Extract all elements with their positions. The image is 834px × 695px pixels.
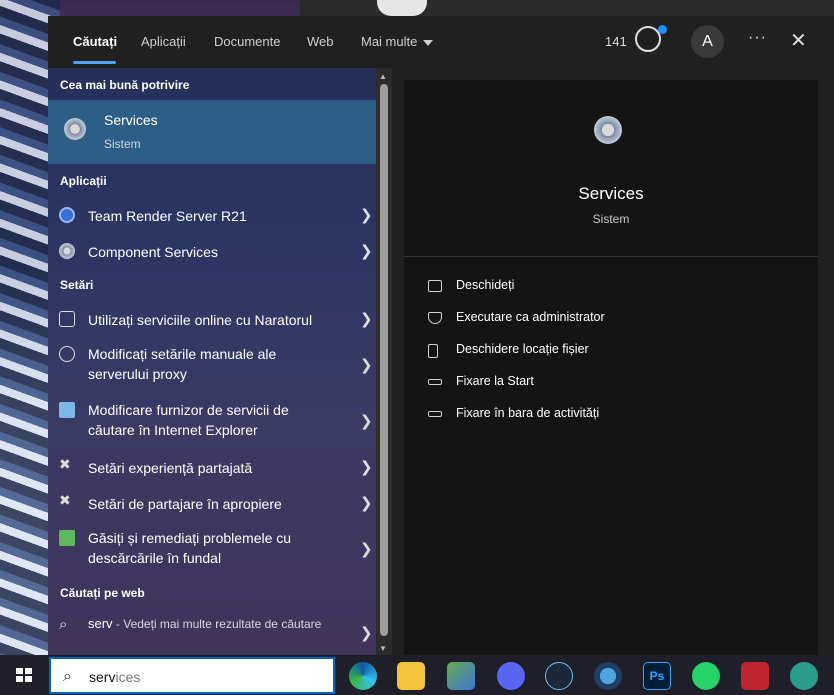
section-settings: Setări — [60, 278, 94, 292]
results-list: Cea mai bună potrivire Services Sistem A… — [48, 68, 376, 655]
list-item[interactable]: Găsiți și remediați problemele cu descăr… — [48, 528, 376, 572]
avatar[interactable]: A — [691, 25, 724, 58]
notification-dot — [658, 25, 667, 34]
web-query: serv — [88, 616, 113, 631]
chevron-right-icon: ❯ — [360, 243, 373, 260]
tab-more[interactable]: Mai multe — [361, 34, 434, 49]
scroll-down-icon[interactable]: ▼ — [379, 644, 387, 653]
rewards-points: 141 — [605, 34, 627, 49]
chevron-right-icon: ❯ — [360, 413, 373, 430]
search-panel: Căutați Aplicații Documente Web Mai mult… — [48, 16, 834, 655]
web-suffix: - Vedeți mai multe rezultate de căutare — [112, 617, 322, 631]
setting-label: Găsiți și remediați problemele cu descăr… — [88, 530, 292, 566]
app2-icon[interactable] — [790, 662, 818, 690]
chevron-right-icon: ❯ — [360, 541, 373, 558]
chevron-down-icon — [423, 39, 434, 46]
chevron-right-icon: ❯ — [360, 207, 373, 224]
action-label: Deschideți — [456, 278, 515, 292]
close-icon[interactable]: ✕ — [790, 28, 807, 53]
list-item[interactable]: Modificați setările manuale ale serverul… — [48, 344, 376, 388]
component-services-icon — [59, 243, 75, 259]
active-tab-indicator — [73, 61, 116, 64]
search-typed: serv — [89, 669, 116, 685]
chevron-right-icon: ❯ — [360, 459, 373, 476]
cinema4d-icon — [59, 207, 75, 223]
section-web: Căutați pe web — [60, 586, 145, 600]
action-label: Deschidere locație fișier — [456, 342, 589, 356]
taskbar-search-input[interactable]: ⌕ services — [49, 657, 335, 694]
setting-label: Utilizați serviciile online cu Naratorul — [88, 312, 313, 328]
edge-icon[interactable] — [349, 662, 377, 690]
chevron-right-icon: ❯ — [360, 625, 373, 642]
narrator-icon — [59, 311, 75, 327]
action-label: Fixare la Start — [456, 374, 534, 388]
best-match-result[interactable]: Services Sistem — [48, 100, 376, 164]
ie-icon — [59, 402, 75, 418]
preview-pane: Services Sistem — [404, 80, 818, 655]
list-item[interactable]: ✖ Setări de partajare în apropiere ❯ — [48, 492, 376, 516]
web-search-result[interactable]: ⌕ serv - Vedeți mai multe rezultate de c… — [48, 614, 376, 654]
chevron-right-icon: ❯ — [360, 357, 373, 374]
list-item[interactable]: Modificare furnizor de servicii de căuta… — [48, 400, 376, 444]
setting-label: Modificați setările manuale ale serverul… — [88, 346, 277, 382]
tab-search[interactable]: Căutați — [73, 34, 117, 49]
list-item[interactable]: Utilizați serviciile online cu Naratorul… — [48, 308, 376, 332]
windows-start-icon[interactable] — [16, 668, 33, 683]
preview-divider — [404, 256, 818, 257]
tab-web[interactable]: Web — [307, 34, 334, 49]
list-item[interactable]: ✖ Setări experiență partajată ❯ — [48, 456, 376, 480]
list-item[interactable]: Team Render Server R21 ❯ — [48, 204, 376, 228]
app-label: Team Render Server R21 — [88, 208, 247, 224]
folder-icon — [428, 344, 438, 358]
search-suggestion: ices — [115, 669, 141, 685]
globe-icon — [59, 346, 75, 362]
setting-label: Setări de partajare în apropiere — [88, 496, 282, 512]
share-icon: ✖ — [59, 456, 71, 472]
steam-icon[interactable] — [545, 662, 573, 690]
file-explorer-icon[interactable] — [397, 662, 425, 690]
search-icon: ⌕ — [63, 668, 72, 685]
chevron-right-icon: ❯ — [360, 311, 373, 328]
app-label: Component Services — [88, 244, 218, 260]
game-icon[interactable] — [741, 662, 769, 690]
open-icon — [428, 280, 442, 292]
more-options-icon[interactable]: ··· — [748, 29, 767, 47]
tab-apps[interactable]: Aplicații — [141, 34, 186, 49]
best-match-subtitle: Sistem — [104, 137, 141, 151]
section-best-match: Cea mai bună potrivire — [60, 78, 190, 92]
action-label: Executare ca administrator — [456, 310, 605, 324]
preview-title: Services — [578, 184, 644, 203]
photoshop-icon[interactable]: Ps — [643, 662, 671, 690]
action-label: Fixare în bara de activități — [456, 406, 600, 420]
scroll-up-icon[interactable]: ▲ — [379, 72, 387, 81]
section-apps: Aplicații — [60, 174, 107, 188]
setting-label: Modificare furnizor de servicii de căuta… — [88, 402, 289, 438]
pin-icon — [428, 379, 442, 385]
best-match-title: Services — [104, 112, 158, 128]
whatsapp-icon[interactable] — [692, 662, 720, 690]
app-icon[interactable] — [594, 662, 622, 690]
pin-icon — [428, 411, 442, 417]
tab-documents[interactable]: Documente — [214, 34, 280, 49]
store-icon[interactable] — [447, 662, 475, 690]
search-text: services — [89, 669, 140, 685]
troubleshoot-icon — [59, 530, 75, 546]
desktop-top-widget — [377, 0, 427, 16]
chevron-right-icon: ❯ — [360, 495, 373, 512]
scrollbar-thumb[interactable] — [380, 84, 388, 636]
setting-label: Setări experiență partajată — [88, 460, 253, 476]
search-icon: ⌕ — [59, 616, 68, 633]
gear-icon — [64, 118, 86, 140]
tab-more-label: Mai multe — [361, 34, 418, 49]
search-tabs: Căutați Aplicații Documente Web Mai mult… — [48, 16, 834, 68]
preview-subtitle: Sistem — [592, 212, 630, 226]
web-result-text: serv - Vedeți mai multe rezultate de cău… — [88, 614, 328, 634]
list-item[interactable]: Component Services ❯ — [48, 240, 376, 264]
discord-icon[interactable] — [497, 662, 525, 690]
gear-icon — [594, 116, 622, 144]
nearby-share-icon: ✖ — [59, 492, 71, 508]
